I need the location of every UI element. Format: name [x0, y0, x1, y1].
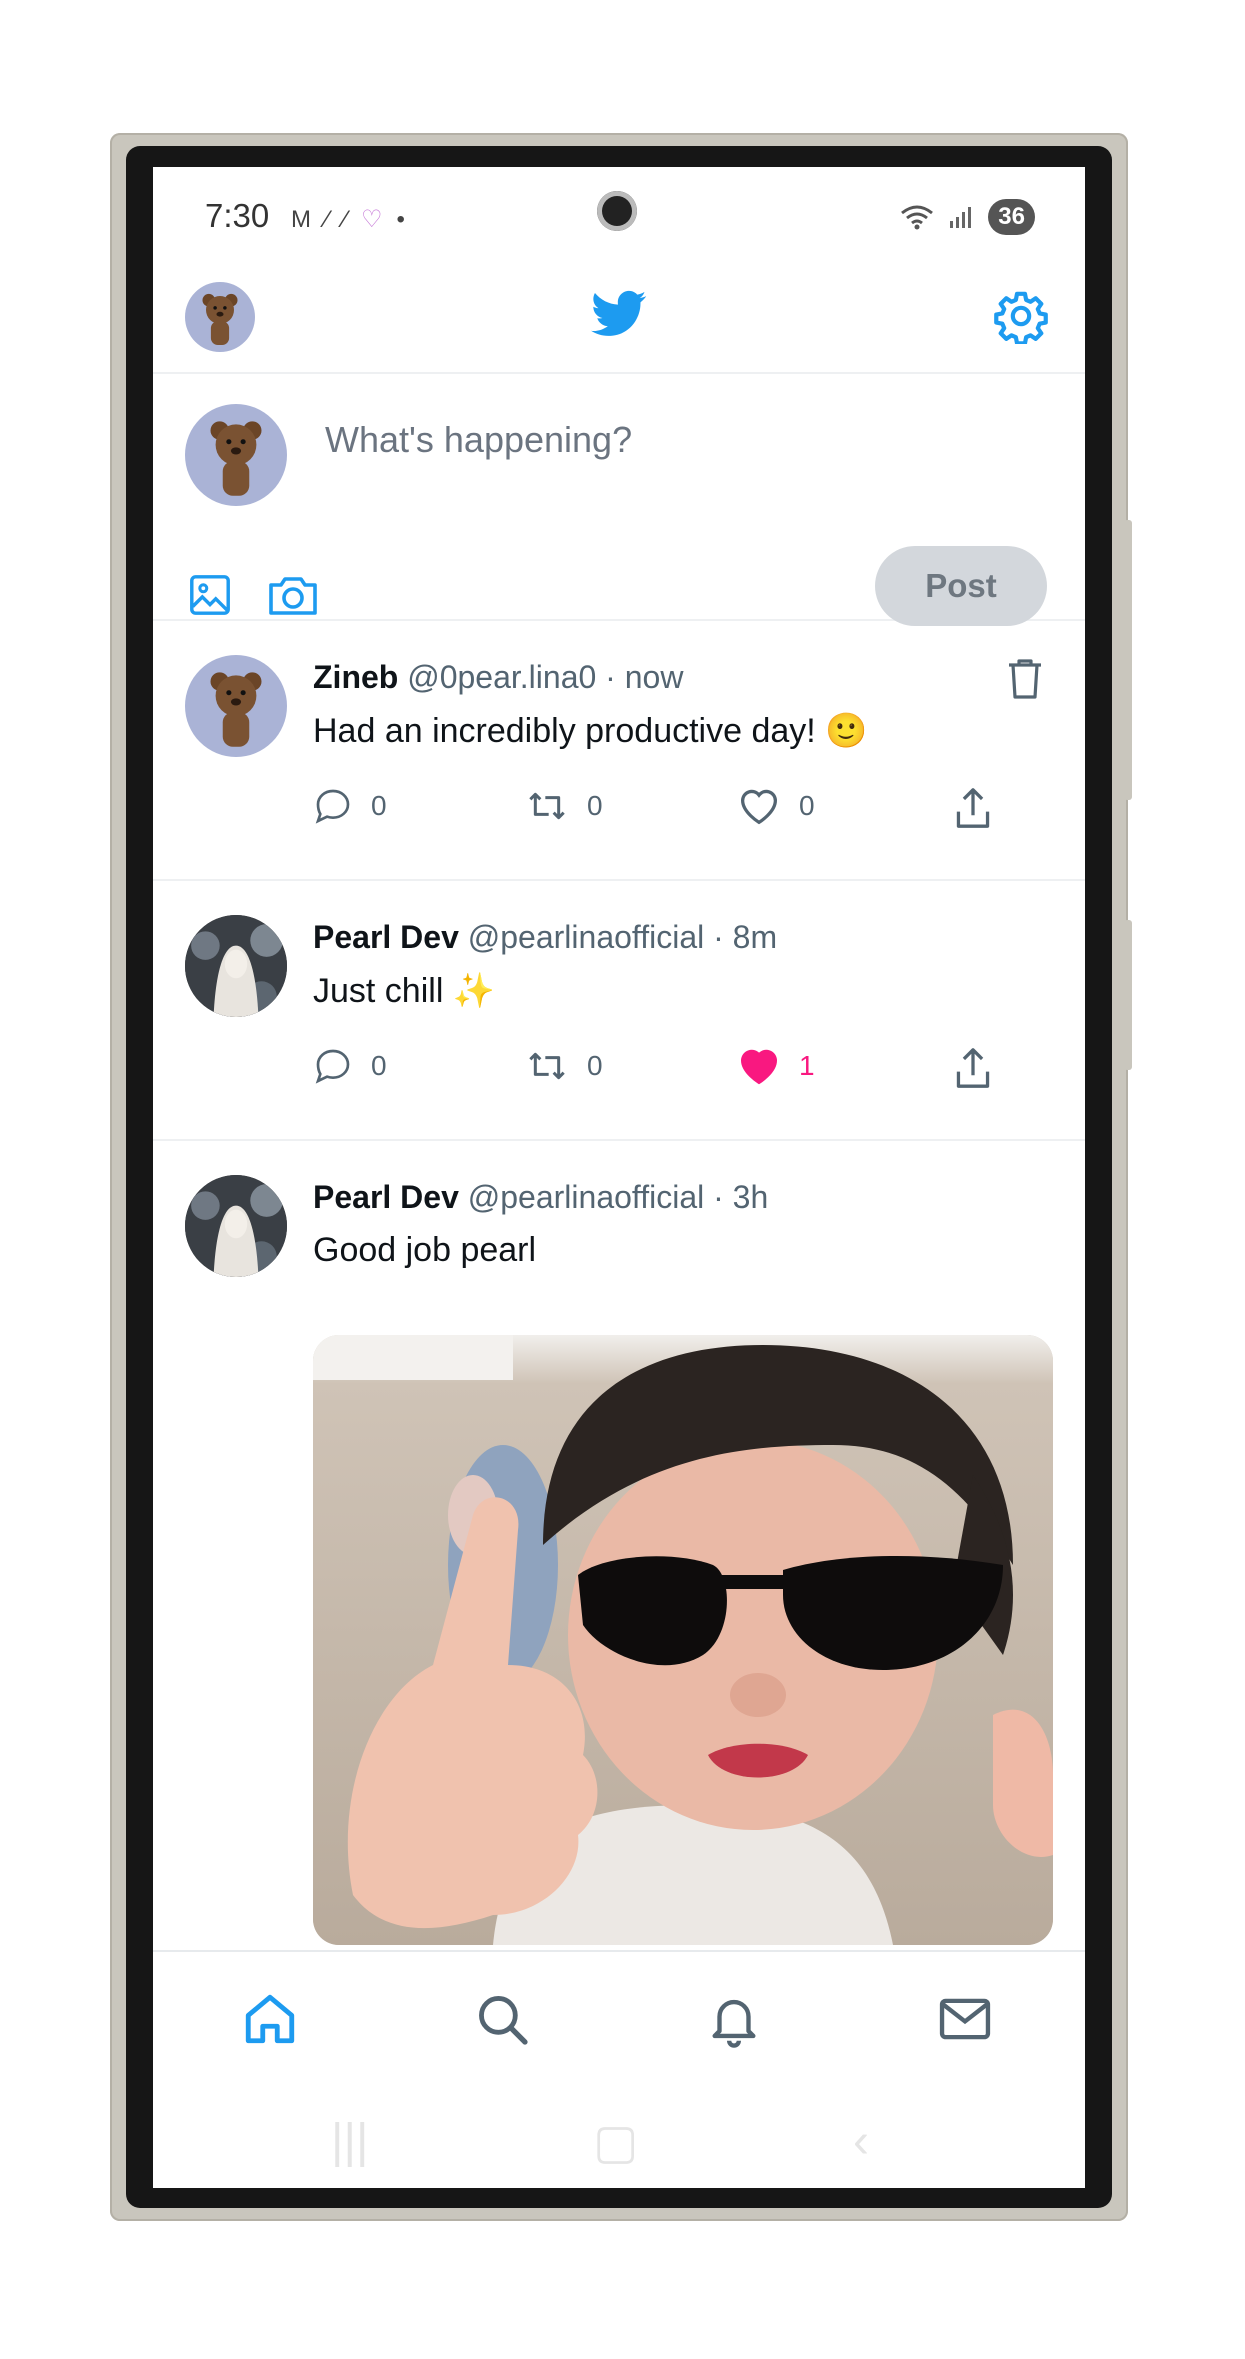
tweet-avatar[interactable]	[185, 1175, 287, 1277]
system-navigation: ||| ▢ ‹	[153, 2092, 1085, 2188]
tweet-author-name[interactable]: Zineb	[313, 659, 398, 695]
back-icon[interactable]: ‹	[853, 2114, 869, 2169]
heart-filled-icon	[740, 1049, 778, 1085]
tweet-author-name[interactable]: Pearl Dev	[313, 1179, 459, 1215]
tweet-text: Good job pearl	[313, 1231, 537, 1269]
reply-icon	[315, 789, 350, 824]
bear-avatar-icon	[210, 672, 262, 747]
tweet-composer: Post	[153, 374, 1085, 626]
reply-icon	[315, 1049, 350, 1084]
heart-icon	[740, 789, 778, 825]
signal-app-icon: ⁄⁄	[325, 206, 362, 233]
tweet-header: Pearl Dev @pearlinaofficial · 3h	[313, 1179, 768, 1216]
gear-icon[interactable]	[993, 288, 1049, 344]
camera-icon[interactable]	[267, 572, 319, 618]
status-time: 7:30	[205, 197, 270, 234]
post-button[interactable]: Post	[875, 546, 1047, 626]
bell-icon[interactable]	[705, 1990, 763, 2048]
like-count: 0	[799, 790, 815, 821]
bottom-navigation	[153, 1950, 1085, 2092]
mail-icon[interactable]	[935, 1990, 995, 2048]
tweet-avatar[interactable]	[185, 915, 287, 1017]
reply-action[interactable]: 0	[313, 786, 387, 826]
share-icon	[956, 1048, 990, 1088]
trash-icon[interactable]	[1005, 657, 1045, 701]
veiled-figure-avatar-icon	[185, 915, 287, 1017]
top-app-bar	[153, 272, 1085, 374]
notification-icons: M⁄⁄♡•	[291, 205, 419, 234]
tweet-handle: @pearlinaofficial	[467, 1179, 705, 1215]
volume-button	[1124, 520, 1132, 800]
tweet-actions: 0 0 0	[313, 786, 1053, 846]
like-action[interactable]: 1	[737, 1046, 815, 1086]
baby-thumbs-up-photo	[313, 1335, 1053, 1945]
tweet-header: Pearl Dev @pearlinaofficial · 8m	[313, 919, 777, 956]
tweet-handle: @0pear.lina0	[407, 659, 597, 695]
screen: 7:30 M⁄⁄♡• 36 What's happening? Post Zin…	[153, 167, 1085, 2188]
tweet-time: · 8m	[713, 919, 778, 955]
image-icon[interactable]	[187, 572, 233, 618]
tweet-actions: 0 0 1	[313, 1046, 1053, 1106]
retweet-action[interactable]: 0	[525, 1046, 603, 1086]
share-icon	[956, 788, 990, 828]
battery-indicator: 36	[988, 199, 1035, 235]
cell-signal-icon	[950, 207, 972, 228]
tweet-image[interactable]	[313, 1335, 1053, 1945]
bear-avatar-icon	[202, 293, 238, 345]
bear-avatar-icon	[210, 421, 262, 496]
share-action[interactable]	[953, 1046, 993, 1090]
compose-input[interactable]	[323, 409, 887, 471]
tweet-handle: @pearlinaofficial	[467, 919, 705, 955]
tweet-item[interactable]: Zineb @0pear.lina0 · now Had an incredib…	[153, 621, 1085, 881]
composer-avatar	[185, 404, 287, 506]
status-right: 36	[900, 199, 1035, 235]
dot-icon: •	[396, 206, 419, 233]
tweet-item[interactable]: Pearl Dev @pearlinaofficial · 8m Just ch…	[153, 881, 1085, 1141]
like-count: 1	[799, 1050, 815, 1081]
share-action[interactable]	[953, 786, 993, 830]
retweet-count: 0	[587, 790, 603, 821]
retweet-action[interactable]: 0	[525, 786, 603, 826]
front-camera	[597, 191, 637, 231]
status-bar: 7:30 M⁄⁄♡• 36	[153, 167, 1085, 272]
retweet-count: 0	[587, 1050, 603, 1081]
tweet-text: Had an incredibly productive day! 🙂	[313, 712, 868, 750]
tweet-author-name[interactable]: Pearl Dev	[313, 919, 459, 955]
wifi-icon	[901, 205, 934, 230]
tweet-time: · 3h	[713, 1179, 769, 1215]
reply-action[interactable]: 0	[313, 1046, 387, 1086]
recent-apps-icon[interactable]: |||	[331, 2114, 368, 2169]
twitter-bird-icon[interactable]	[591, 290, 647, 338]
like-action[interactable]: 0	[737, 786, 815, 826]
reply-count: 0	[371, 790, 387, 821]
home-button-icon[interactable]: ▢	[593, 2114, 638, 2170]
power-button	[1124, 920, 1132, 1070]
tweet-header: Zineb @0pear.lina0 · now	[313, 659, 683, 696]
tweet-time: · now	[605, 659, 684, 695]
tweet-text: Just chill ✨	[313, 972, 496, 1010]
tweet-avatar[interactable]	[185, 655, 287, 757]
gmail-icon: M	[291, 206, 325, 233]
veiled-figure-avatar-icon	[185, 1175, 287, 1277]
reply-count: 0	[371, 1050, 387, 1081]
retweet-icon	[529, 1052, 565, 1080]
home-icon[interactable]	[241, 1990, 299, 2048]
heart-app-icon: ♡	[361, 206, 397, 233]
profile-avatar[interactable]	[185, 282, 255, 352]
search-icon[interactable]	[473, 1990, 531, 2048]
retweet-icon	[529, 792, 565, 820]
